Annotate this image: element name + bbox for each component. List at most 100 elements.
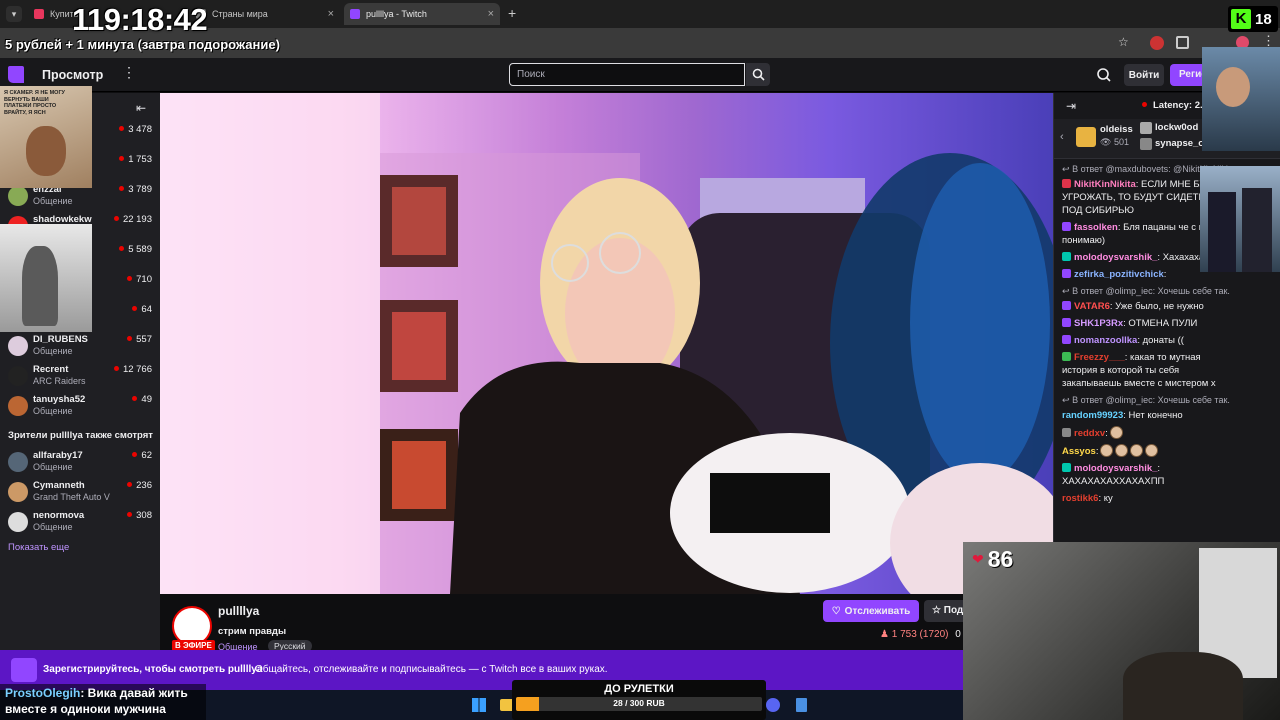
- viewer-count-value: 1 753 (1720): [891, 629, 949, 640]
- chat-reply-context: ↩ В ответ @olimp_iec: Хочешь себе так...: [1062, 285, 1230, 298]
- channel-viewers: 64: [132, 304, 152, 315]
- gifter-name[interactable]: lockw0od: [1155, 122, 1198, 133]
- close-tab-icon[interactable]: ×: [488, 8, 494, 20]
- kick-viewer-badge: K 18: [1228, 6, 1278, 32]
- chat-username[interactable]: Freezzy___: [1074, 352, 1125, 363]
- discord-icon[interactable]: [766, 698, 780, 712]
- sidebar-channel-recrent[interactable]: Recrent ARC Raiders 12 766: [0, 363, 160, 393]
- viewer-icon: ♟: [880, 629, 889, 640]
- chat-message[interactable]: nomanzoollka: донаты ((: [1062, 334, 1230, 347]
- chat-username[interactable]: molodoysvarshik_: [1074, 252, 1157, 263]
- chat-username[interactable]: reddxv: [1074, 428, 1105, 439]
- prime-crown-icon[interactable]: [1096, 67, 1112, 83]
- tab-countries[interactable]: Страны мира ×: [190, 3, 340, 25]
- chat-username[interactable]: NikitKinNikita: [1074, 179, 1136, 190]
- chat-message[interactable]: SHK1P3Rx: ОТМЕНА ПУЛИ: [1062, 317, 1230, 330]
- notepad-icon[interactable]: [796, 698, 807, 712]
- search-input[interactable]: [509, 63, 745, 86]
- sidebar-channel-tanuysha52[interactable]: tanuysha52 Общение 49: [0, 393, 160, 423]
- chat-text: : Хахахаха: [1157, 252, 1205, 263]
- chat-message[interactable]: rostikk6: ку: [1062, 492, 1230, 505]
- tab-favicon: [350, 9, 360, 19]
- viewer-count: ♟ 1 753 (1720) 0: [880, 629, 961, 640]
- chat-username[interactable]: SHK1P3Rx: [1074, 318, 1123, 329]
- chat-badge-icon: [1062, 352, 1071, 361]
- start-menu-icon[interactable]: [472, 698, 486, 712]
- reply-icon: ↩: [1062, 286, 1070, 296]
- gifter-name[interactable]: synapse_o: [1155, 138, 1204, 149]
- channel-avatar: [8, 396, 28, 416]
- heart-counter: ❤ 86: [972, 546, 1013, 573]
- webcam-overlay-mirror: [0, 224, 92, 332]
- chat-username[interactable]: Assyos: [1062, 446, 1096, 457]
- chat-username[interactable]: VATAR6: [1074, 301, 1110, 312]
- chat-username[interactable]: nomanzoollka: [1074, 335, 1137, 346]
- bookmark-star-icon[interactable]: ☆: [1118, 35, 1129, 49]
- channel-name: allfaraby17: [33, 450, 83, 461]
- twitch-logo-icon[interactable]: [8, 66, 24, 83]
- timer-price-note: 5 рублей + 1 минута (завтра подорожание): [5, 37, 280, 52]
- video-player[interactable]: [160, 93, 1053, 594]
- channel-game: Общение: [33, 346, 73, 356]
- reply-text: В ответ @olimp_iec: Хочешь себе так...: [1072, 395, 1230, 405]
- gifters-prev-icon[interactable]: ‹: [1060, 131, 1064, 143]
- channel-game: Общение: [33, 462, 73, 472]
- sidebar-channel-cymanneth[interactable]: Cymanneth Grand Theft Auto V 236: [0, 479, 160, 509]
- donator-name: ProstoOlegih: [5, 686, 81, 700]
- chat-username[interactable]: random99923: [1062, 410, 1123, 421]
- chat-message[interactable]: Freezzy___: какая то мутная история в ко…: [1062, 351, 1230, 390]
- chat-message[interactable]: Assyos:: [1062, 444, 1230, 458]
- chat-text: :: [1095, 446, 1099, 457]
- new-tab-button[interactable]: +: [508, 5, 516, 21]
- extensions-puzzle-icon[interactable]: [1176, 36, 1189, 49]
- search-icon: [752, 68, 765, 81]
- sidebar-channel-nenormova[interactable]: nenormova Общение 308: [0, 509, 160, 539]
- channel-name[interactable]: pullllya: [218, 604, 259, 618]
- channel-game: Общение: [33, 522, 73, 532]
- chat-badge-icon: [1062, 428, 1071, 437]
- kick-viewer-count: 18: [1255, 10, 1272, 28]
- chat-message[interactable]: reddxv:: [1062, 426, 1230, 440]
- extension-icon[interactable]: [1150, 36, 1164, 50]
- sidebar-channel-allfaraby17[interactable]: allfaraby17 Общение 62: [0, 449, 160, 479]
- tab-twitch[interactable]: pullllya - Twitch ×: [344, 3, 500, 25]
- gifter-count-value: 501: [1113, 137, 1129, 147]
- roulette-title: ДО РУЛЕТКИ: [604, 683, 674, 695]
- channel-viewers: 62: [132, 450, 152, 461]
- login-button[interactable]: Войти: [1124, 64, 1164, 86]
- channel-avatar: [8, 452, 28, 472]
- follow-label: Отслеживать: [844, 605, 911, 617]
- collapse-chat-icon[interactable]: ⇥: [1066, 99, 1076, 113]
- roulette-goal-widget: ДО РУЛЕТКИ 28 / 300 RUB: [512, 680, 766, 720]
- chat-badge-icon: [1062, 269, 1071, 278]
- heart-icon: ♡: [831, 605, 841, 617]
- chat-username[interactable]: rostikk6: [1062, 493, 1098, 504]
- search-button[interactable]: [746, 63, 770, 86]
- reply-icon: ↩: [1062, 395, 1070, 405]
- gifter-name[interactable]: oldeiss: [1100, 124, 1133, 135]
- show-more-link[interactable]: Показать еще: [8, 542, 69, 553]
- sidebar-channel-di_rubens[interactable]: DI_RUBENS Общение 557: [0, 333, 160, 363]
- gifter-avatar: [1140, 122, 1152, 134]
- chat-username[interactable]: fassolken: [1074, 222, 1118, 233]
- browse-link[interactable]: Просмотр: [42, 68, 103, 82]
- gifter-count: 👁 501: [1100, 137, 1129, 147]
- follow-button[interactable]: ♡ Отслеживать: [823, 600, 919, 622]
- person-silhouette: [1208, 192, 1236, 272]
- chat-message[interactable]: random99923: Нет конечно: [1062, 409, 1230, 422]
- chat-message[interactable]: molodoysvarshik_: ХАХАХАХАХХАХАХПП: [1062, 462, 1230, 488]
- chat-message[interactable]: VATAR6: Уже было, не нужно: [1062, 300, 1230, 313]
- chat-username[interactable]: zefirka_pozitivchick: [1074, 269, 1164, 280]
- tab-list-dropdown-icon[interactable]: ▾: [6, 6, 22, 22]
- chat-username[interactable]: molodoysvarshik_: [1074, 463, 1157, 474]
- twitch-top-nav: Просмотр ⋮ Войти Регистрация: [0, 58, 1280, 92]
- banner-text: Общайтесь, отслеживайте и подписывайтесь…: [255, 664, 608, 675]
- webcam-overlay-car: [1202, 47, 1280, 151]
- subathon-timer: 119:18:42: [72, 2, 208, 37]
- collapse-sidebar-icon[interactable]: ⇤: [136, 101, 146, 115]
- close-tab-icon[interactable]: ×: [328, 8, 334, 20]
- channel-avatar: [8, 512, 28, 532]
- person-face: [1216, 67, 1250, 107]
- chat-reply-context: ↩ В ответ @olimp_iec: Хочешь себе так...: [1062, 394, 1230, 407]
- more-menu-icon[interactable]: ⋮: [122, 64, 136, 81]
